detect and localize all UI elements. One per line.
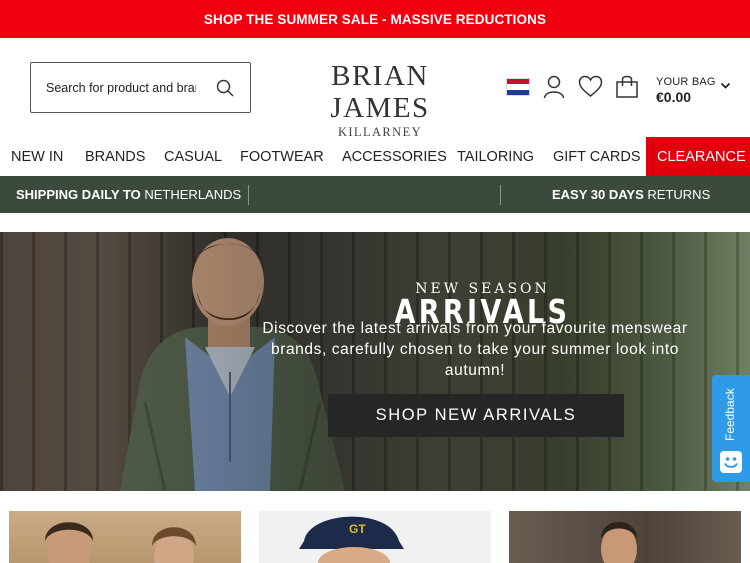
category-tile[interactable]: GT xyxy=(259,511,491,563)
wishlist-heart-icon[interactable] xyxy=(578,75,603,99)
svg-text:GT: GT xyxy=(349,522,366,536)
category-image xyxy=(45,522,196,563)
nav-item-tailoring[interactable]: TAILORING xyxy=(457,137,534,176)
hero-description: Discover the latest arrivals from your f… xyxy=(262,320,688,379)
site-logo[interactable]: BRIAN JAMES KILLARNEY xyxy=(280,60,480,140)
nav-item-clearance[interactable]: CLEARANCE xyxy=(646,137,750,176)
search-icon[interactable] xyxy=(216,79,234,97)
category-tile[interactable] xyxy=(9,511,241,563)
smiley-icon xyxy=(720,451,742,473)
feedback-tab[interactable]: Feedback xyxy=(712,375,750,482)
nav-item-casual[interactable]: CASUAL xyxy=(164,137,222,176)
nav-item-accessories[interactable]: ACCESSORIES xyxy=(342,137,447,176)
search-input[interactable] xyxy=(46,80,196,95)
divider xyxy=(248,185,249,205)
divider xyxy=(500,185,501,205)
logo-line1: BRIAN JAMES xyxy=(330,60,430,124)
returns-rest: RETURNS xyxy=(647,187,711,202)
promo-text[interactable]: SHOP THE SUMMER SALE - MASSIVE REDUCTION… xyxy=(204,12,546,27)
shipping-info: SHIPPING DAILY TO NETHERLANDS xyxy=(16,187,241,202)
promo-banner[interactable]: SHOP THE SUMMER SALE - MASSIVE REDUCTION… xyxy=(0,0,750,38)
nav-item-footwear[interactable]: FOOTWEAR xyxy=(240,137,324,176)
account-icon[interactable] xyxy=(543,75,565,99)
netherlands-flag-icon[interactable] xyxy=(506,78,530,96)
main-navigation: NEW IN BRANDS CASUAL FOOTWEAR ACCESSORIE… xyxy=(0,137,750,176)
category-image: GT xyxy=(299,516,404,563)
site-header: BRIAN JAMES KILLARNEY YOUR BAG €0.00 xyxy=(0,38,750,140)
feedback-label: Feedback xyxy=(723,388,737,441)
category-image xyxy=(601,521,637,563)
nav-item-gift-cards[interactable]: GIFT CARDS xyxy=(553,137,641,176)
nav-item-new-in[interactable]: NEW IN xyxy=(11,137,63,176)
shop-new-arrivals-button[interactable]: SHOP NEW ARRIVALS xyxy=(328,394,624,437)
category-tile[interactable] xyxy=(509,511,741,563)
returns-info: EASY 30 DAYS RETURNS xyxy=(552,187,710,202)
shopping-bag-icon[interactable] xyxy=(615,75,639,99)
nav-item-brands[interactable]: BRANDS xyxy=(85,137,145,176)
bag-label: YOUR BAG xyxy=(656,76,716,88)
shipping-bar: SHIPPING DAILY TO NETHERLANDS EASY 30 DA… xyxy=(0,176,750,213)
shipping-bold: SHIPPING DAILY TO xyxy=(16,187,141,202)
search-box[interactable] xyxy=(30,62,251,113)
returns-bold: EASY 30 DAYS xyxy=(552,187,644,202)
bag-total: €0.00 xyxy=(656,89,692,105)
hero-banner[interactable]: NEW SEASON ARRIVALS Discover the latest … xyxy=(0,232,750,491)
shipping-country: NETHERLANDS xyxy=(144,187,242,202)
bag-summary[interactable]: YOUR BAG €0.00 xyxy=(656,76,716,105)
chevron-down-icon[interactable] xyxy=(720,82,731,90)
